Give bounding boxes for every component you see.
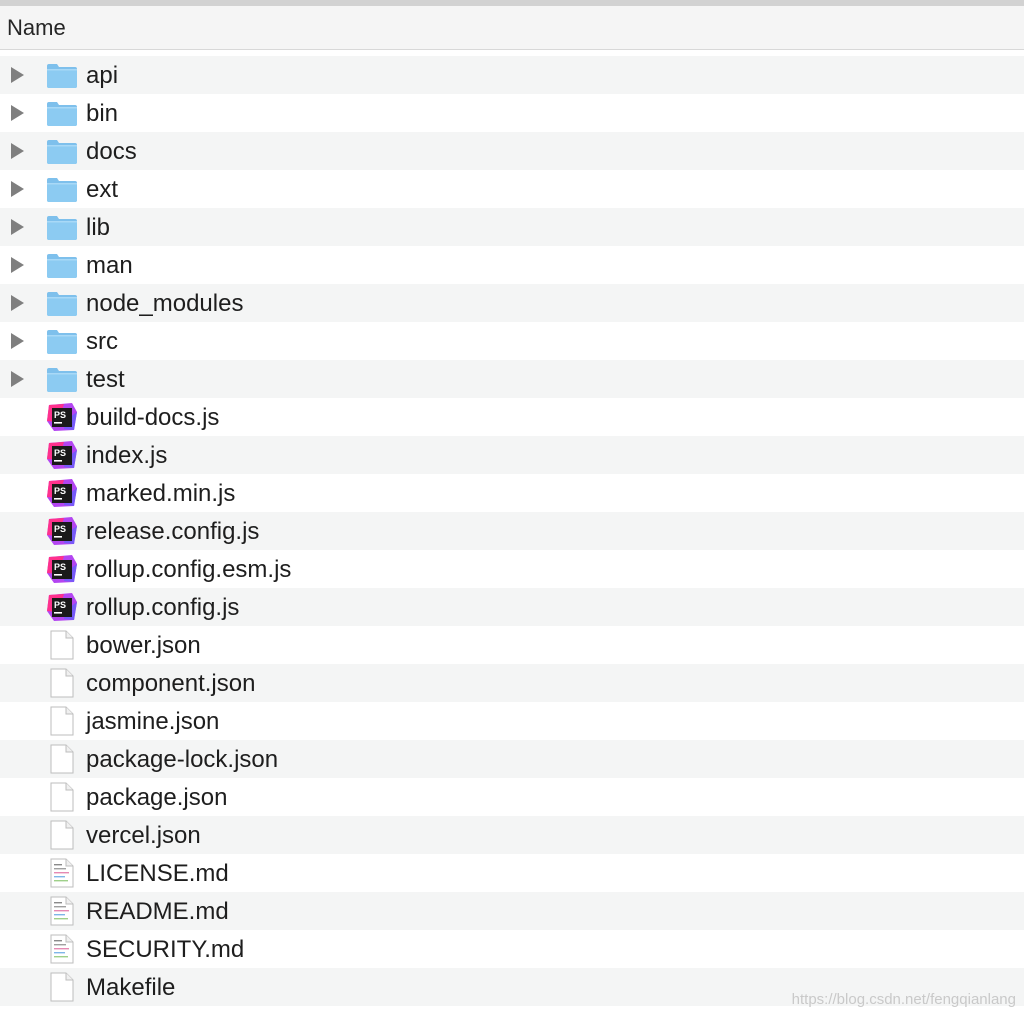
file-name-label: component.json [86, 670, 255, 698]
list-header[interactable]: Name [0, 6, 1024, 50]
file-row[interactable]: PS rollup.config.js [0, 588, 1024, 626]
disclosure-triangle-icon[interactable] [11, 257, 24, 273]
svg-text:PS: PS [54, 486, 66, 496]
text-document-icon [46, 896, 78, 926]
svg-text:PS: PS [54, 448, 66, 458]
file-row[interactable]: package-lock.json [0, 740, 1024, 778]
file-name-label: docs [86, 138, 137, 166]
disclosure-triangle-icon[interactable] [11, 105, 24, 121]
file-row[interactable]: vercel.json [0, 816, 1024, 854]
file-list: api bin docs ext lib man node_modulessrc test PS… [0, 56, 1024, 1006]
file-name-label: build-docs.js [86, 404, 219, 432]
file-row[interactable]: PS marked.min.js [0, 474, 1024, 512]
phpstorm-file-icon: PS [46, 554, 78, 584]
phpstorm-file-icon: PS [46, 440, 78, 470]
phpstorm-file-icon: PS [46, 592, 78, 622]
file-name-label: test [86, 366, 125, 394]
blank-document-icon [46, 668, 78, 698]
text-document-icon [46, 858, 78, 888]
blank-document-icon [46, 972, 78, 1002]
folder-icon [46, 326, 78, 356]
phpstorm-file-icon: PS [46, 402, 78, 432]
folder-row[interactable]: docs [0, 132, 1024, 170]
file-name-label: api [86, 62, 118, 90]
disclosure-triangle-icon[interactable] [11, 333, 24, 349]
file-name-label: package-lock.json [86, 746, 278, 774]
text-document-icon [46, 934, 78, 964]
watermark: https://blog.csdn.net/fengqianlang [792, 991, 1016, 1008]
file-row[interactable]: PS release.config.js [0, 512, 1024, 550]
phpstorm-file-icon: PS [46, 478, 78, 508]
folder-row[interactable]: bin [0, 94, 1024, 132]
folder-icon [46, 250, 78, 280]
file-name-label: rollup.config.esm.js [86, 556, 291, 584]
svg-text:PS: PS [54, 410, 66, 420]
folder-row[interactable]: src [0, 322, 1024, 360]
file-name-label: src [86, 328, 118, 356]
blank-document-icon [46, 782, 78, 812]
name-column-header[interactable]: Name [7, 15, 66, 41]
folder-row[interactable]: man [0, 246, 1024, 284]
blank-document-icon [46, 706, 78, 736]
file-name-label: LICENSE.md [86, 860, 229, 888]
svg-text:PS: PS [54, 562, 66, 572]
folder-icon [46, 136, 78, 166]
file-row[interactable]: PS rollup.config.esm.js [0, 550, 1024, 588]
svg-text:PS: PS [54, 600, 66, 610]
file-name-label: marked.min.js [86, 480, 235, 508]
folder-row[interactable]: test [0, 360, 1024, 398]
svg-text:PS: PS [54, 524, 66, 534]
file-name-label: bower.json [86, 632, 201, 660]
folder-icon [46, 98, 78, 128]
file-row[interactable]: LICENSE.md [0, 854, 1024, 892]
folder-icon [46, 174, 78, 204]
file-name-label: rollup.config.js [86, 594, 239, 622]
blank-document-icon [46, 820, 78, 850]
file-name-label: package.json [86, 784, 227, 812]
folder-icon [46, 288, 78, 318]
folder-icon [46, 60, 78, 90]
file-name-label: vercel.json [86, 822, 201, 850]
file-row[interactable]: package.json [0, 778, 1024, 816]
file-name-label: bin [86, 100, 118, 128]
file-row[interactable]: bower.json [0, 626, 1024, 664]
folder-row[interactable]: lib [0, 208, 1024, 246]
file-row[interactable]: README.md [0, 892, 1024, 930]
folder-icon [46, 212, 78, 242]
disclosure-triangle-icon[interactable] [11, 295, 24, 311]
file-name-label: README.md [86, 898, 229, 926]
blank-document-icon [46, 744, 78, 774]
disclosure-triangle-icon[interactable] [11, 371, 24, 387]
file-name-label: man [86, 252, 133, 280]
folder-row[interactable]: api [0, 56, 1024, 94]
file-name-label: lib [86, 214, 110, 242]
file-name-label: Makefile [86, 974, 175, 1002]
disclosure-triangle-icon[interactable] [11, 219, 24, 235]
file-row[interactable]: SECURITY.md [0, 930, 1024, 968]
disclosure-triangle-icon[interactable] [11, 143, 24, 159]
file-row[interactable]: component.json [0, 664, 1024, 702]
file-name-label: node_modules [86, 290, 243, 318]
file-row[interactable]: jasmine.json [0, 702, 1024, 740]
file-name-label: ext [86, 176, 118, 204]
disclosure-triangle-icon[interactable] [11, 181, 24, 197]
file-name-label: SECURITY.md [86, 936, 244, 964]
phpstorm-file-icon: PS [46, 516, 78, 546]
file-row[interactable]: PS index.js [0, 436, 1024, 474]
file-name-label: release.config.js [86, 518, 259, 546]
file-row[interactable]: PS build-docs.js [0, 398, 1024, 436]
disclosure-triangle-icon[interactable] [11, 67, 24, 83]
file-name-label: index.js [86, 442, 167, 470]
folder-icon [46, 364, 78, 394]
folder-row[interactable]: ext [0, 170, 1024, 208]
folder-row[interactable]: node_modules [0, 284, 1024, 322]
file-name-label: jasmine.json [86, 708, 219, 736]
blank-document-icon [46, 630, 78, 660]
